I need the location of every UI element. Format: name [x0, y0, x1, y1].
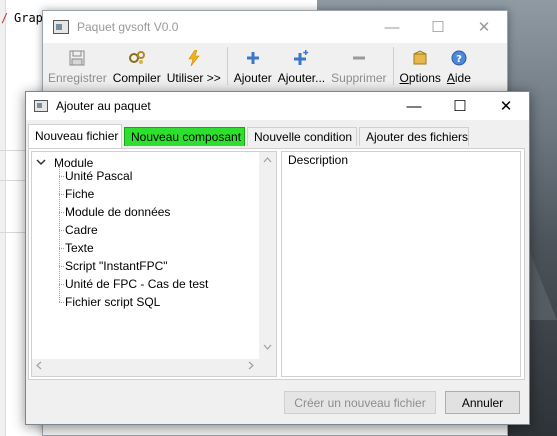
scroll-left-icon[interactable]: [36, 361, 42, 373]
save-icon: [67, 49, 87, 67]
tree-connector: [59, 266, 64, 267]
add-more-label: Ajouter...: [277, 71, 326, 85]
lightning-icon: [184, 49, 204, 67]
scroll-right-icon[interactable]: [248, 361, 254, 373]
tree-connector: [59, 302, 64, 303]
tree-horizontal-scrollbar[interactable]: [32, 359, 261, 376]
new-file-panel: Module Unité Pascal Fiche Module de donn…: [28, 148, 525, 380]
dialog-tabs: Nouveau fichier Nouveau composant Nouvel…: [26, 124, 529, 148]
delete-label: Supprimer: [331, 71, 387, 85]
use-button[interactable]: Utiliser >>: [164, 43, 224, 85]
svg-text:?: ?: [456, 54, 462, 65]
tree-item-data-module[interactable]: Module de données: [65, 203, 170, 221]
tree-item-sql-script[interactable]: Fichier script SQL: [65, 293, 160, 311]
tree-connector: [59, 230, 64, 231]
plus-more-icon: [291, 49, 311, 67]
add-button[interactable]: Ajouter: [231, 43, 275, 85]
minus-icon: [349, 49, 369, 67]
window-app-icon: [53, 20, 69, 34]
delete-button[interactable]: Supprimer: [328, 43, 389, 85]
tree-item-instantfpc-script[interactable]: Script "InstantFPC": [65, 257, 168, 275]
tab-add-files[interactable]: Ajouter des fichiers: [359, 127, 469, 146]
add-label: Ajouter: [233, 71, 272, 85]
tree-item-text[interactable]: Texte: [65, 239, 94, 257]
compile-label: Compiler: [112, 71, 161, 85]
chevron-down-icon[interactable]: [36, 157, 48, 169]
dialog-maximize-button[interactable]: ☐: [437, 92, 483, 120]
options-button[interactable]: Options: [397, 43, 444, 85]
save-label: Enregistrer: [48, 71, 107, 85]
create-new-file-button[interactable]: Créer un nouveau fichier: [284, 391, 436, 414]
cancel-button[interactable]: Annuler: [445, 391, 520, 414]
scroll-up-icon[interactable]: [263, 155, 272, 165]
editor-text: Grap: [14, 11, 43, 25]
compile-icon: [127, 49, 147, 67]
options-label: Options: [399, 71, 441, 85]
dialog-controls: — ☐ ✕: [391, 92, 529, 120]
tree-item-fpc-test-case[interactable]: Unité de FPC - Cas de test: [65, 275, 208, 293]
tab-new-condition[interactable]: Nouvelle condition: [247, 127, 357, 146]
dialog-app-icon: [34, 100, 48, 112]
package-toolbar: Enregistrer Compiler Utiliser >> Ajouter: [43, 43, 507, 89]
tree-vertical-scrollbar[interactable]: [259, 152, 276, 376]
tree-connector: [59, 176, 64, 177]
package-window-titlebar[interactable]: Paquet gvsoft V0.0 — ☐ ✕: [43, 11, 507, 43]
editor-marker: /: [1, 11, 9, 25]
toolbar-separator: [392, 47, 394, 85]
tab-new-file[interactable]: Nouveau fichier: [28, 124, 122, 148]
toolbar-separator: [226, 47, 228, 85]
use-label: Utiliser >>: [166, 71, 221, 85]
package-window-title: Paquet gvsoft V0.0: [77, 20, 179, 34]
tree-connector: [59, 212, 64, 213]
add-more-button[interactable]: Ajouter...: [275, 43, 328, 85]
editor-gutter: [0, 0, 6, 436]
tree-item-pascal-unit[interactable]: Unité Pascal: [65, 167, 132, 185]
close-button[interactable]: ✕: [461, 11, 507, 43]
tree-item-form[interactable]: Fiche: [65, 185, 94, 203]
tree-connector: [59, 166, 60, 302]
description-label: Description: [288, 153, 349, 167]
minimize-button[interactable]: —: [369, 11, 415, 43]
scroll-down-icon[interactable]: [263, 342, 272, 352]
tree-item-frame[interactable]: Cadre: [65, 221, 98, 239]
add-to-package-dialog: Ajouter au paquet — ☐ ✕ Nouveau fichier …: [25, 91, 530, 425]
package-window-controls: — ☐ ✕: [369, 11, 507, 43]
help-icon: ?: [449, 49, 469, 67]
dialog-title: Ajouter au paquet: [56, 99, 151, 113]
dialog-close-button[interactable]: ✕: [483, 92, 529, 120]
compile-button[interactable]: Compiler: [110, 43, 164, 85]
help-button[interactable]: ? Aide: [444, 43, 474, 85]
options-icon: [410, 49, 430, 67]
help-label: Aide: [446, 71, 471, 85]
save-button[interactable]: Enregistrer: [45, 43, 110, 85]
tree-connector: [59, 284, 64, 285]
file-type-tree[interactable]: Module Unité Pascal Fiche Module de donn…: [31, 151, 277, 377]
scrollbar-corner: [259, 359, 276, 376]
plus-icon: [243, 49, 263, 67]
description-area: Description: [281, 151, 521, 377]
dialog-titlebar[interactable]: Ajouter au paquet — ☐ ✕: [26, 92, 529, 120]
tree-connector: [59, 248, 64, 249]
tab-new-component[interactable]: Nouveau composant: [124, 127, 245, 146]
dialog-minimize-button[interactable]: —: [391, 92, 437, 120]
maximize-button[interactable]: ☐: [415, 11, 461, 43]
tree-connector: [59, 194, 64, 195]
